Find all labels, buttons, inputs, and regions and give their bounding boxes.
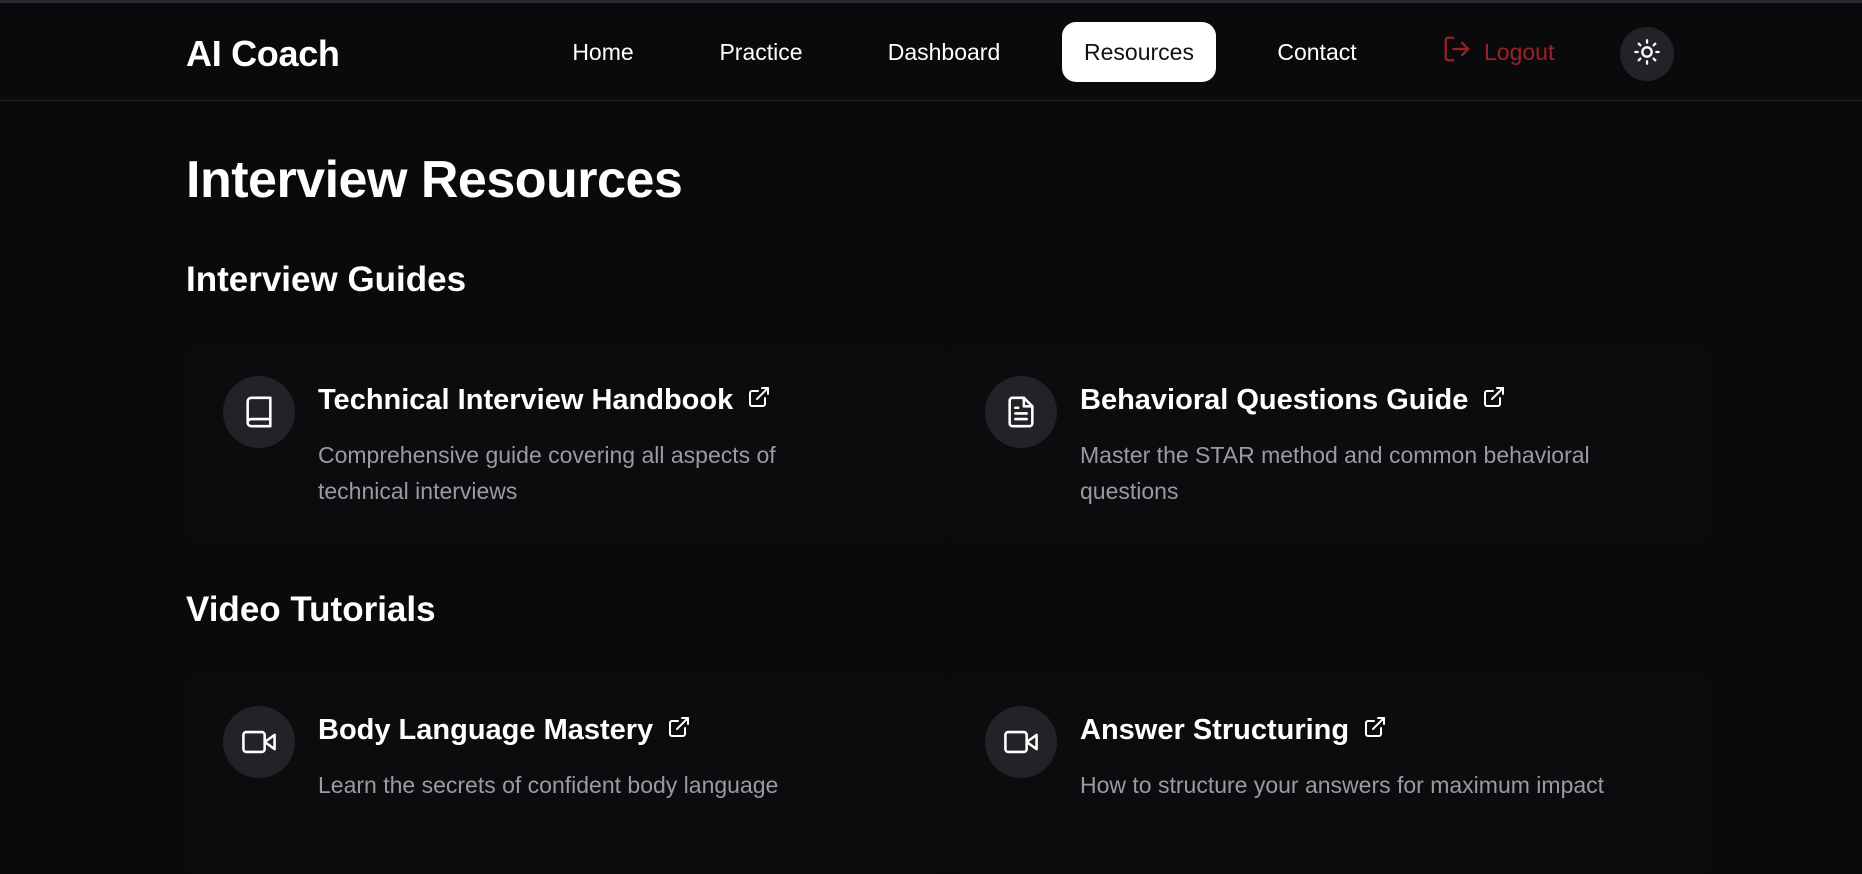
page-title: Interview Resources <box>186 151 683 209</box>
card-description: Master the STAR method and common behavi… <box>1080 442 1590 504</box>
video-icon <box>985 706 1057 778</box>
card-title: Answer Structuring <box>1080 714 1350 746</box>
card-description: How to structure your answers for maximu… <box>1080 772 1605 798</box>
card-title: Body Language Mastery <box>318 714 654 746</box>
resource-card-technical-handbook[interactable]: Technical Interview Handbook Comprehensi… <box>186 344 948 544</box>
nav-dashboard[interactable]: Dashboard <box>870 22 1018 82</box>
nav-contact[interactable]: Contact <box>1262 22 1372 82</box>
external-link-icon[interactable] <box>667 714 691 747</box>
brand-logo[interactable]: AI Coach <box>186 33 340 75</box>
external-link-icon[interactable] <box>1482 384 1506 417</box>
nav-resources[interactable]: Resources <box>1062 22 1216 82</box>
section-title-video-tutorials: Video Tutorials <box>186 590 436 629</box>
nav-practice[interactable]: Practice <box>700 22 822 82</box>
document-icon <box>985 376 1057 448</box>
resource-card-body-language[interactable]: Body Language Mastery Learn the secrets … <box>186 674 948 874</box>
card-title-row: Answer Structuring <box>1080 714 1387 747</box>
external-link-icon[interactable] <box>1363 714 1387 747</box>
top-navbar: AI Coach Home Practice Dashboard Resourc… <box>0 3 1862 101</box>
book-icon <box>223 376 295 448</box>
logout-button[interactable]: Logout <box>1442 22 1554 82</box>
theme-toggle-button[interactable] <box>1620 27 1674 81</box>
card-description: Comprehensive guide covering all aspects… <box>318 442 776 504</box>
card-description: Learn the secrets of confident body lang… <box>318 772 779 798</box>
card-title-row: Technical Interview Handbook <box>318 384 771 417</box>
video-icon <box>223 706 295 778</box>
logout-label: Logout <box>1484 38 1555 65</box>
resource-card-answer-structuring[interactable]: Answer Structuring How to structure your… <box>948 674 1710 874</box>
external-link-icon[interactable] <box>747 384 771 417</box>
logout-icon <box>1442 34 1472 70</box>
card-title: Behavioral Questions Guide <box>1080 384 1469 416</box>
resource-card-behavioral-guide[interactable]: Behavioral Questions Guide Master the ST… <box>948 344 1710 544</box>
section-title-interview-guides: Interview Guides <box>186 260 467 299</box>
card-title-row: Body Language Mastery <box>318 714 691 747</box>
nav-home[interactable]: Home <box>556 22 650 82</box>
card-title: Technical Interview Handbook <box>318 384 734 416</box>
sun-icon <box>1633 38 1661 71</box>
card-title-row: Behavioral Questions Guide <box>1080 384 1506 417</box>
